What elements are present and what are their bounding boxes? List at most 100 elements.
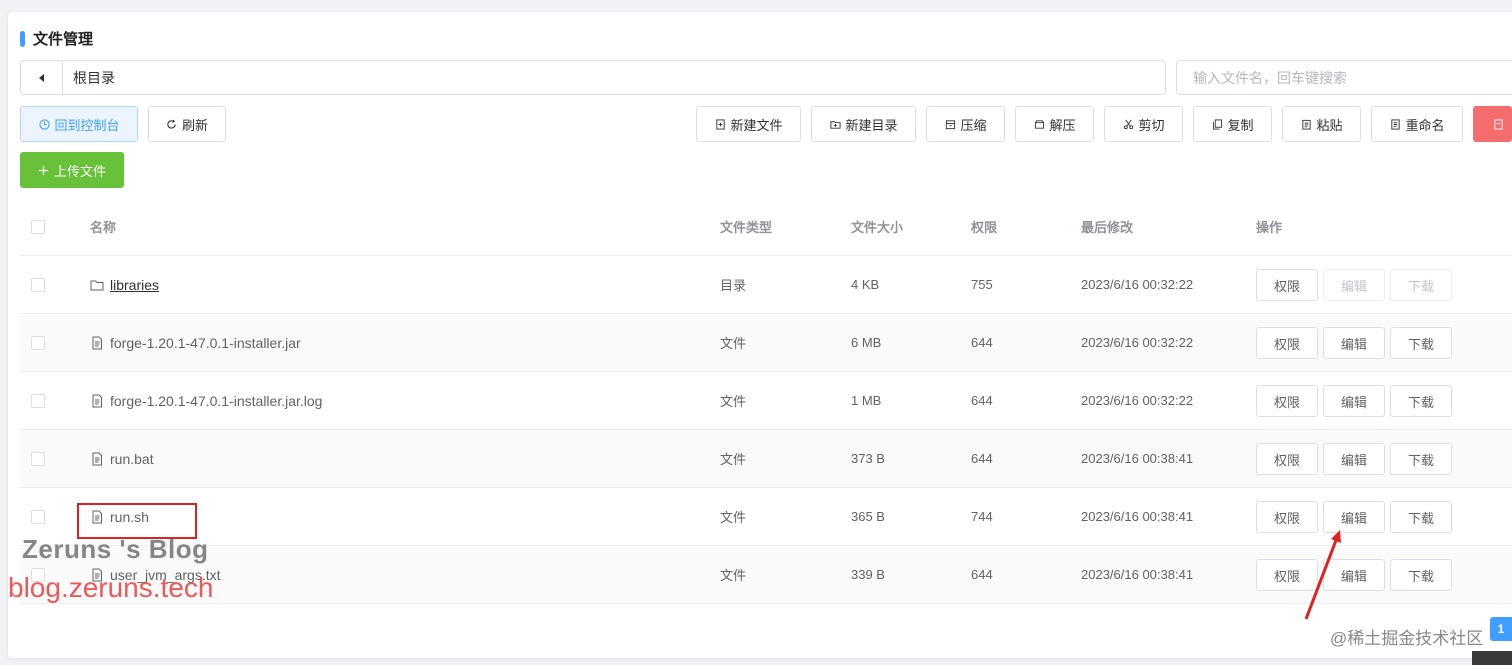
- delete-button[interactable]: [1473, 106, 1512, 142]
- file-perm: 744: [971, 509, 993, 524]
- perm-button[interactable]: 权限: [1256, 385, 1318, 417]
- file-name-cell: forge-1.20.1-47.0.1-installer.jar: [90, 314, 301, 371]
- file-name: forge-1.20.1-47.0.1-installer.jar: [110, 334, 301, 351]
- paste-button[interactable]: 粘贴: [1282, 106, 1361, 142]
- file-perm: 644: [971, 393, 993, 408]
- row-checkbox[interactable]: [31, 372, 45, 429]
- file-modified: 2023/6/16 00:38:41: [1081, 567, 1194, 582]
- clipboard-icon: [1300, 118, 1312, 130]
- file-type: 文件: [720, 452, 747, 467]
- file-add-icon: [714, 118, 726, 130]
- copy-label: 复制: [1227, 117, 1254, 133]
- file-type: 文件: [720, 394, 747, 409]
- plus-icon: [38, 164, 50, 176]
- file-modified: 2023/6/16 00:32:22: [1081, 277, 1194, 292]
- file-type: 文件: [720, 336, 747, 351]
- row-checkbox[interactable]: [31, 256, 45, 313]
- download-button[interactable]: 下载: [1390, 501, 1452, 533]
- file-icon: [90, 452, 104, 466]
- compress-label: 压缩: [960, 117, 987, 133]
- rename-label: 重命名: [1405, 117, 1445, 133]
- file-icon: [90, 394, 104, 408]
- file-name[interactable]: libraries: [110, 277, 159, 293]
- back-to-console-label: 回到控制台: [54, 117, 120, 133]
- table-row: libraries 目录 4 KB 755 2023/6/16 00:32:22 权限 编辑…: [20, 256, 1512, 314]
- table-row: run.sh 文件 365 B 744 2023/6/16 00:38:41 权限 编辑 下载: [20, 488, 1512, 546]
- page-title-text: 文件管理: [33, 31, 94, 48]
- cut-button[interactable]: 剪切: [1104, 106, 1183, 142]
- archive-icon: [944, 118, 956, 130]
- new-dir-button[interactable]: 新建目录: [811, 106, 916, 142]
- header-name: 名称: [90, 220, 117, 235]
- search-input[interactable]: [1176, 60, 1512, 95]
- file-perm: 644: [971, 451, 993, 466]
- table-row: user_jvm_args.txt 文件 339 B 644 2023/6/16 00:…: [20, 546, 1512, 604]
- box-open-icon: [1033, 118, 1045, 130]
- file-size: 373 B: [851, 451, 885, 466]
- title-accent-bar: [20, 30, 25, 47]
- blog-url-watermark: blog.zeruns.tech: [8, 572, 214, 603]
- edit-button[interactable]: 编辑: [1323, 269, 1385, 301]
- back-to-console-button[interactable]: 回到控制台: [20, 106, 138, 142]
- new-file-label: 新建文件: [730, 117, 783, 133]
- notification-badge[interactable]: 1: [1490, 617, 1512, 641]
- rename-button[interactable]: 重命名: [1371, 106, 1463, 142]
- edit-button[interactable]: 编辑: [1323, 443, 1385, 475]
- table-row: forge-1.20.1-47.0.1-installer.jar 文件 6 MB 6…: [20, 314, 1512, 372]
- extract-label: 解压: [1049, 117, 1076, 133]
- blog-watermark: Zeruns 's Blog: [22, 534, 209, 564]
- perm-button[interactable]: 权限: [1256, 269, 1318, 301]
- extract-button[interactable]: 解压: [1015, 106, 1094, 142]
- table-row: run.bat 文件 373 B 644 2023/6/16 00:38:41 权限 编辑下…: [20, 430, 1512, 488]
- copy-button[interactable]: 复制: [1193, 106, 1272, 142]
- file-modified: 2023/6/16 00:32:22: [1081, 393, 1194, 408]
- page-title: 文件管理: [20, 28, 93, 49]
- new-dir-label: 新建目录: [845, 117, 898, 133]
- row-checkbox[interactable]: [31, 314, 45, 371]
- file-type: 文件: [720, 510, 747, 525]
- file-name-cell[interactable]: libraries: [90, 256, 159, 313]
- download-button[interactable]: 下载: [1390, 385, 1452, 417]
- perm-button[interactable]: 权限: [1256, 443, 1318, 475]
- delete-icon: [1492, 118, 1504, 130]
- back-button[interactable]: [21, 61, 63, 94]
- current-path: 根目录: [73, 69, 115, 86]
- folder-add-icon: [829, 118, 841, 130]
- row-checkbox[interactable]: [31, 430, 45, 487]
- paste-label: 粘贴: [1316, 117, 1343, 133]
- file-name: run.bat: [110, 450, 154, 467]
- file-size: 4 KB: [851, 277, 880, 292]
- folder-icon: [90, 278, 104, 292]
- file-size: 6 MB: [851, 335, 882, 350]
- upload-label: 上传文件: [53, 163, 106, 179]
- perm-button[interactable]: 权限: [1256, 327, 1318, 359]
- header-modified: 最后修改: [1081, 220, 1134, 235]
- cut-label: 剪切: [1138, 117, 1165, 133]
- file-size: 365 B: [851, 509, 885, 524]
- compress-button[interactable]: 压缩: [926, 106, 1005, 142]
- edit-button[interactable]: 编辑: [1323, 385, 1385, 417]
- corner-widget[interactable]: [1472, 651, 1512, 665]
- select-all-checkbox[interactable]: [31, 198, 45, 255]
- scissors-icon: [1122, 118, 1134, 130]
- header-actions: 操作: [1256, 220, 1283, 235]
- download-button[interactable]: 下载: [1390, 443, 1452, 475]
- upload-button[interactable]: 上传文件: [20, 152, 124, 188]
- community-watermark: @稀土掘金技术社区: [1330, 629, 1484, 648]
- new-file-button[interactable]: 新建文件: [696, 106, 801, 142]
- file-perm: 755: [971, 277, 993, 292]
- header-perm: 权限: [971, 220, 998, 235]
- download-button[interactable]: 下载: [1390, 559, 1452, 591]
- copy-icon: [1211, 118, 1223, 130]
- file-name: forge-1.20.1-47.0.1-installer.jar.log: [110, 392, 323, 409]
- file-name-cell: forge-1.20.1-47.0.1-installer.jar.log: [90, 372, 322, 429]
- file-icon: [90, 336, 104, 350]
- download-button[interactable]: 下载: [1390, 327, 1452, 359]
- refresh-button[interactable]: 刷新: [148, 106, 226, 142]
- refresh-icon: [166, 118, 178, 130]
- download-button[interactable]: 下载: [1390, 269, 1452, 301]
- edit-button[interactable]: 编辑: [1323, 327, 1385, 359]
- header-type: 文件类型: [720, 220, 773, 235]
- table-row: forge-1.20.1-47.0.1-installer.jar.log 文件 1…: [20, 372, 1512, 430]
- file-modified: 2023/6/16 00:32:22: [1081, 335, 1194, 350]
